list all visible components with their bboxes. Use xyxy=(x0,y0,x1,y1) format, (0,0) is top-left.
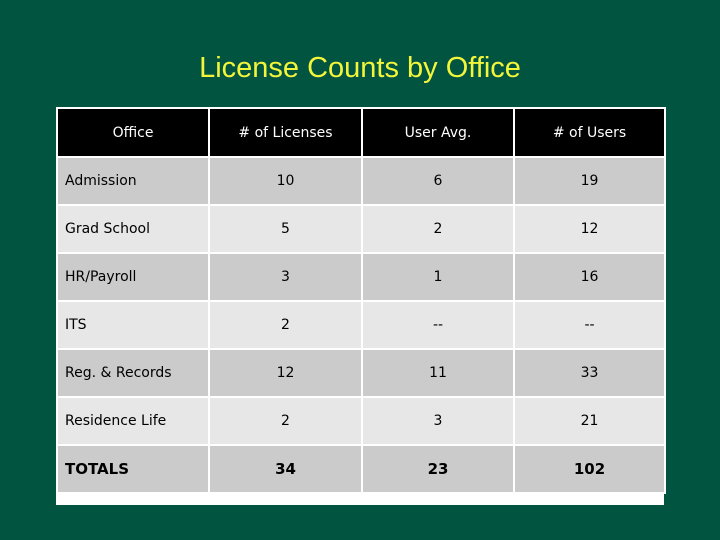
user-avg-cell: 2 xyxy=(361,204,515,254)
totals-row: TOTALS 34 23 102 xyxy=(56,444,666,494)
licenses-cell: 3 xyxy=(208,252,363,302)
office-cell: Reg. & Records xyxy=(56,348,210,398)
licenses-cell: 5 xyxy=(208,204,363,254)
license-counts-table: Office # of Licenses User Avg. # of User… xyxy=(56,107,666,494)
user-avg-cell: 1 xyxy=(361,252,515,302)
licenses-cell: 2 xyxy=(208,396,363,446)
table-row: Reg. & Records 12 11 33 xyxy=(56,348,666,398)
user-avg-cell: 6 xyxy=(361,156,515,206)
office-cell: Grad School xyxy=(56,204,210,254)
header-row: Office # of Licenses User Avg. # of User… xyxy=(56,107,666,158)
header-licenses: # of Licenses xyxy=(208,107,363,158)
office-cell: HR/Payroll xyxy=(56,252,210,302)
users-cell: -- xyxy=(513,300,666,350)
table-row: Residence Life 2 3 21 xyxy=(56,396,666,446)
users-cell: 12 xyxy=(513,204,666,254)
totals-licenses: 34 xyxy=(208,444,363,494)
users-cell: 16 xyxy=(513,252,666,302)
header-office: Office xyxy=(56,107,210,158)
table-row: HR/Payroll 3 1 16 xyxy=(56,252,666,302)
users-cell: 33 xyxy=(513,348,666,398)
table-row: Grad School 5 2 12 xyxy=(56,204,666,254)
user-avg-cell: -- xyxy=(361,300,515,350)
totals-users: 102 xyxy=(513,444,666,494)
user-avg-cell: 3 xyxy=(361,396,515,446)
header-user-avg: User Avg. xyxy=(361,107,515,158)
users-cell: 21 xyxy=(513,396,666,446)
table-row: Admission 10 6 19 xyxy=(56,156,666,206)
licenses-cell: 12 xyxy=(208,348,363,398)
licenses-cell: 10 xyxy=(208,156,363,206)
totals-user-avg: 23 xyxy=(361,444,515,494)
license-table-container: Office # of Licenses User Avg. # of User… xyxy=(56,107,666,505)
user-avg-cell: 11 xyxy=(361,348,515,398)
office-cell: ITS xyxy=(56,300,210,350)
header-users: # of Users xyxy=(513,107,666,158)
slide-title: License Counts by Office xyxy=(199,52,521,84)
table-row: ITS 2 -- -- xyxy=(56,300,666,350)
office-cell: Admission xyxy=(56,156,210,206)
totals-label: TOTALS xyxy=(56,444,210,494)
licenses-cell: 2 xyxy=(208,300,363,350)
users-cell: 19 xyxy=(513,156,666,206)
office-cell: Residence Life xyxy=(56,396,210,446)
